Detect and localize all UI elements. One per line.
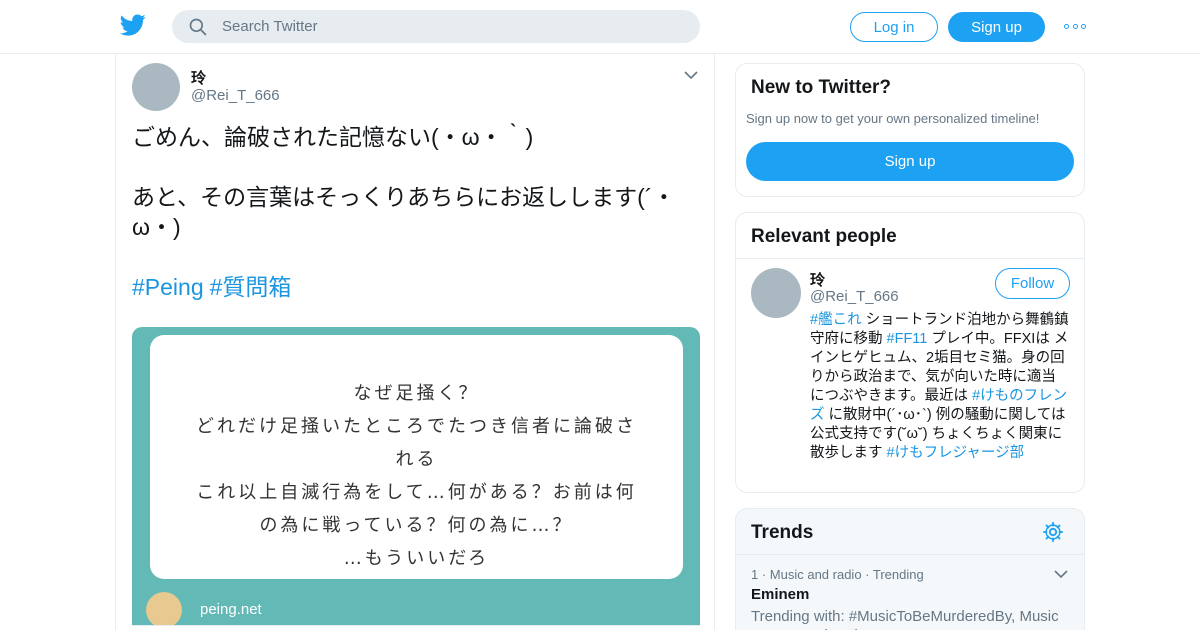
hashtag-link[interactable]: #質問箱 [210,274,292,300]
card-line: どれだけ足掻いたところでたつき信者に論破さ [196,416,637,437]
divider [736,258,1084,259]
trend-description: Trending with: #MusicToBeMurderedBy, Mus… [751,608,1059,630]
search-icon [189,18,207,36]
signup-button[interactable]: Sign up [948,12,1045,42]
card-line: これ以上自滅行為をして…何がある？お前は何 [196,482,637,503]
promo-subtitle: Sign up now to get your own personalized… [746,111,1040,126]
tweet-author-name[interactable]: 玲 [191,67,206,88]
card-question-panel: なぜ足掻く？ どれだけ足掻いたところでたつき信者に論破さ れる これ以上自滅行為… [150,335,683,579]
more-dots-icon[interactable] [1064,18,1086,34]
promo-title: New to Twitter? [751,77,892,98]
trend-meta: 1 · Music and radio · Trending [751,567,924,582]
signup-promo-panel: New to Twitter? Sign up now to get your … [735,63,1085,197]
trend-name[interactable]: Eminem [751,586,809,603]
divider [736,554,1084,555]
card-line: の為に戦っている？何の為に…？ [259,515,574,536]
card-line: …もういいだろ [343,548,490,569]
top-navigation-bar: Log in Sign up [0,0,1200,54]
hashtag-link[interactable]: #Peing [132,274,204,300]
tweet-author-handle[interactable]: @Rei_T_666 [191,87,280,104]
card-line: れる [395,449,438,470]
promo-signup-button[interactable]: Sign up [746,142,1074,181]
login-button[interactable]: Log in [850,12,938,42]
avatar[interactable] [132,63,180,111]
person-bio: #艦これ ショートランド泊地から舞鶴鎮守府に移動 #FF11 プレイ中。FFXI… [810,311,1070,463]
relevant-people-panel: Relevant people 玲 @Rei_T_666 Follow #艦これ… [735,212,1085,493]
tweet-column: 玲 @Rei_T_666 ごめん、論破された記憶ない(・ω・｀) あと、その言葉… [115,54,715,630]
chevron-down-icon[interactable] [684,70,698,80]
trends-panel: Trends 1 · Music and radio · Trending Em… [735,508,1085,630]
person-name[interactable]: 玲 [810,269,825,290]
twitter-bird-icon[interactable] [120,12,146,38]
search-bar[interactable] [172,10,700,43]
search-input[interactable] [222,10,682,43]
card-site-label: peing.net [200,601,262,618]
trends-title: Trends [751,522,814,543]
avatar[interactable] [751,268,801,318]
card-question-text: なぜ足掻く？ どれだけ足掻いたところでたつき信者に論破さ れる これ以上自滅行為… [150,377,683,575]
tweet-hashtags: #Peing #質問箱 [132,272,297,302]
link-card[interactable]: なぜ足掻く？ どれだけ足掻いたところでたつき信者に論破さ れる これ以上自滅行為… [132,327,700,630]
tweet-text: ごめん、論破された記憶ない(・ω・｀) あと、その言葉はそっくりあちらにお返しし… [132,124,676,240]
card-line: なぜ足掻く？ [353,383,480,404]
chevron-down-icon[interactable] [1054,569,1068,579]
follow-button[interactable]: Follow [995,268,1070,299]
peing-box-icon [146,592,182,628]
person-handle[interactable]: @Rei_T_666 [810,288,899,305]
bio-hashtag-link[interactable]: #艦これ [810,312,862,328]
bio-hashtag-link[interactable]: #FF11 [887,331,928,347]
card-footer [132,625,700,630]
relevant-title: Relevant people [751,226,897,247]
gear-icon[interactable] [1042,521,1064,543]
bio-hashtag-link[interactable]: #けもフレジャージ部 [887,445,1025,461]
